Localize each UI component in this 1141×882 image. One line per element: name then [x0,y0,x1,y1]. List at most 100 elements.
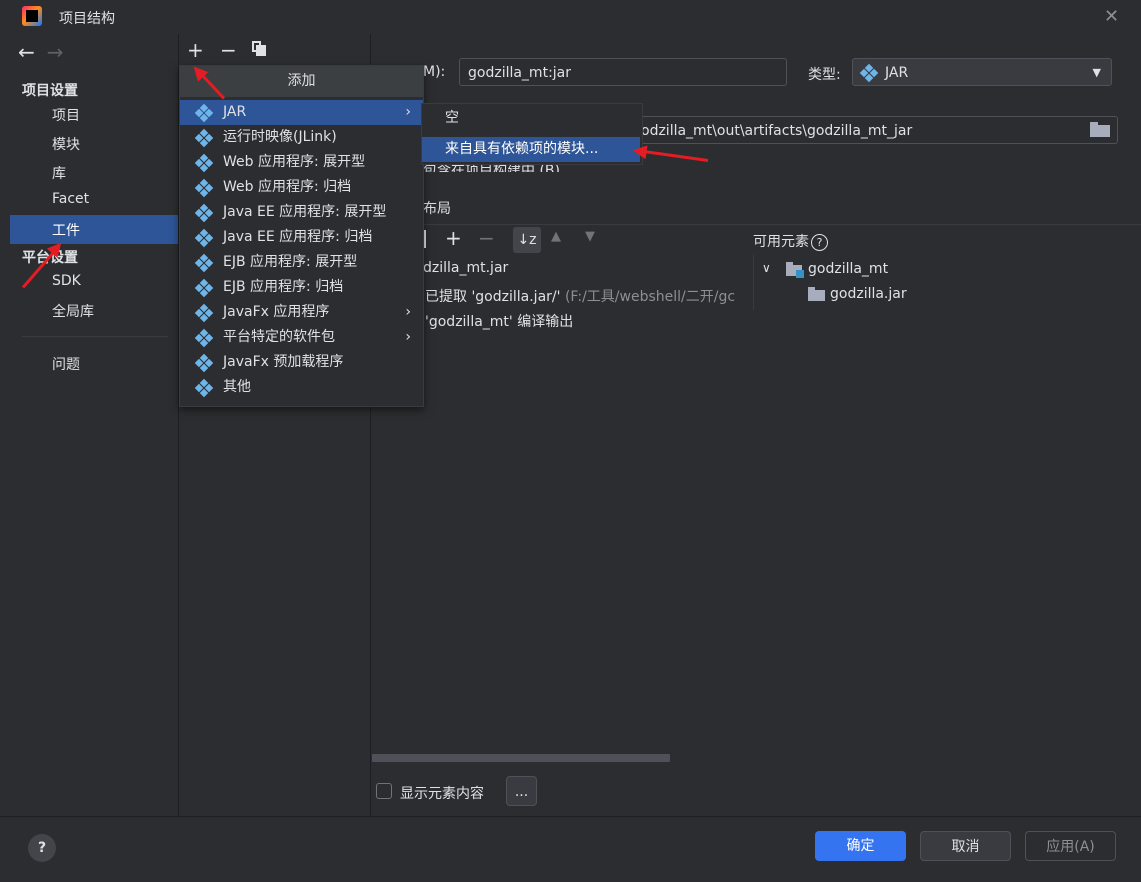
popup-item-label: JavaFx 应用程序 [223,304,330,320]
sidebar-item-facet[interactable]: Facet [52,191,89,207]
output-directory-field[interactable]: odzilla_mt\out\artifacts\godzilla_mt_jar [636,116,1118,144]
submenu-item-from-modules[interactable]: 来自具有依赖项的模块... [422,137,640,162]
popup-item-label: EJB 应用程序: 展开型 [223,254,358,270]
type-value: JAR [885,65,909,81]
popup-item[interactable]: JavaFx 预加载程序 [180,350,423,375]
horizontal-scrollbar[interactable] [372,754,670,762]
remove-element-icon[interactable]: − [478,226,495,250]
popup-item-label: JavaFx 预加载程序 [223,354,344,370]
popup-item[interactable]: 平台特定的软件包 › [180,325,423,350]
popup-item[interactable]: Web 应用程序: 归档 [180,175,423,200]
popup-item[interactable]: EJB 应用程序: 归档 [180,275,423,300]
project-settings-heading: 项目设置 [22,83,78,99]
tree-item-compile-output[interactable]: 'godzilla_mt' 编译输出 [425,311,573,331]
sidebar-item-problems[interactable]: 问题 [52,354,80,374]
show-contents-label: 显示元素内容 [400,786,484,802]
sidebar-item-sdk[interactable]: SDK [52,273,81,289]
add-icon[interactable]: + [187,38,204,62]
popup-item[interactable]: JAR › [180,100,423,125]
popup-item[interactable]: EJB 应用程序: 展开型 [180,250,423,275]
popup-item-label: 平台特定的软件包 [223,329,335,345]
folder-icon [808,287,825,301]
available-elements-label: 可用元素? [753,231,828,251]
left-navigation [10,34,178,816]
chevron-right-icon: › [405,304,411,320]
remove-icon[interactable]: − [220,38,237,62]
add-artifact-popup: 添加 JAR › 运行时映像(JLink) Web 应用程序: 展开型 Web 应用程序… [179,65,424,407]
javaee-app-icon [194,228,214,248]
javaee-app-icon [194,203,214,223]
available-module[interactable]: godzilla_mt [808,261,888,277]
diamond-icon [194,328,214,348]
help-icon[interactable]: ? [811,234,828,251]
sidebar-item-libraries[interactable]: 库 [52,163,66,183]
nav-arrows: ← → [18,40,64,64]
chevron-down-icon[interactable]: ∨ [762,261,771,275]
submenu-item-empty[interactable]: 空 [422,106,640,131]
popup-item-label: 其他 [223,379,251,395]
popup-item[interactable]: JavaFx 应用程序 › [180,300,423,325]
show-contents-checkbox[interactable] [376,783,392,799]
jar-submenu: 空 来自具有依赖项的模块... [421,103,643,165]
annotation-arrow [636,148,709,162]
popup-item[interactable]: Java EE 应用程序: 归档 [180,225,423,250]
diamond-icon [194,128,214,148]
chevron-right-icon: › [405,329,411,345]
tree-item-jar[interactable]: dzilla_mt.jar [423,260,508,276]
cancel-button[interactable]: 取消 [920,831,1011,861]
name-label: M): [423,64,446,80]
diamond-icon [194,378,214,398]
window-title: 项目结构 [59,11,115,27]
sort-icon[interactable]: ↓z [513,227,541,253]
sidebar-item-project[interactable]: 项目 [52,105,80,125]
diamond-icon [194,303,214,323]
copy-icon[interactable] [252,41,266,56]
ejb-app-icon [194,278,214,298]
sidebar-item-global-libraries[interactable]: 全局库 [52,301,94,321]
popup-item[interactable]: Web 应用程序: 展开型 [180,150,423,175]
available-jar[interactable]: godzilla.jar [830,286,907,302]
tree-item-extracted[interactable]: 已提取 'godzilla.jar/' (F:/工具/webshell/二开/g… [425,286,753,306]
sidebar-item-modules[interactable]: 模块 [52,134,80,154]
title-bar [0,0,1141,34]
add-element-icon[interactable]: + [445,226,462,250]
back-arrow-icon[interactable]: ← [18,40,35,64]
jar-diamond-icon [194,103,214,123]
name-field[interactable]: godzilla_mt:jar [459,58,787,86]
popup-item-label: Web 应用程序: 展开型 [223,154,366,170]
ejb-app-icon [194,253,214,273]
chevron-down-icon: ▼ [1092,66,1101,79]
popup-item-label: 运行时映像(JLink) [223,129,337,145]
forward-arrow-icon[interactable]: → [47,40,64,64]
web-app-icon [194,153,214,173]
ellipsis-button[interactable]: ... [506,776,537,806]
web-app-icon [194,178,214,198]
intellij-logo-icon [22,6,42,26]
apply-button[interactable]: 应用(A) [1025,831,1116,861]
type-label: 类型: [808,67,841,83]
popup-item-label: EJB 应用程序: 归档 [223,279,344,295]
output-layout-label: 布局 [423,201,451,217]
jar-icon [859,63,879,83]
type-dropdown[interactable]: JAR ▼ [852,58,1112,86]
popup-item-label: Java EE 应用程序: 展开型 [223,204,387,220]
popup-item[interactable]: Java EE 应用程序: 展开型 [180,200,423,225]
popup-item-label: Web 应用程序: 归档 [223,179,352,195]
divider [753,255,754,310]
move-up-icon[interactable]: ▲ [551,229,561,244]
close-icon[interactable]: ✕ [1104,6,1119,27]
help-icon[interactable]: ? [28,834,56,862]
module-folder-icon [786,262,804,278]
diamond-icon [194,353,214,373]
sidebar-divider [22,336,168,337]
popup-item[interactable]: 其他 [180,375,423,400]
divider [380,224,1141,225]
divider [0,816,1141,817]
popup-item-label: JAR [223,104,247,120]
sidebar-item-artifacts[interactable]: 工件 [52,220,80,240]
popup-item[interactable]: 运行时映像(JLink) [180,125,423,150]
folder-icon[interactable] [1090,122,1110,137]
popup-item-label: Java EE 应用程序: 归档 [223,229,373,245]
move-down-icon[interactable]: ▼ [585,229,595,244]
ok-button[interactable]: 确定 [815,831,906,861]
